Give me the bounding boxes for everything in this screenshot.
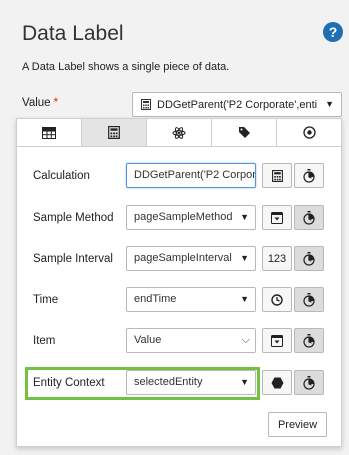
- value-label-text: Value: [22, 97, 51, 109]
- stopwatch-icon: [303, 168, 315, 183]
- chevron-down-icon: ▼: [240, 212, 249, 222]
- time-clock-button[interactable]: [262, 287, 292, 312]
- sample-method-label: Sample Method: [33, 212, 114, 224]
- description: A Data Label shows a single piece of dat…: [22, 61, 230, 73]
- entity-context-value: selectedEntity: [134, 376, 203, 388]
- item-select[interactable]: Value ⌵: [126, 328, 256, 353]
- sample-method-value: pageSampleMethod: [134, 211, 233, 223]
- page-title: Data Label: [22, 22, 124, 45]
- entity-context-timer-button[interactable]: [294, 370, 324, 395]
- sample-interval-label: Sample Interval: [33, 253, 113, 265]
- required-marker: *: [53, 97, 59, 109]
- time-select[interactable]: endTime ▼: [126, 287, 256, 312]
- time-value: endTime: [134, 293, 177, 305]
- value-select-text: DDGetParent('P2 Corporate',enti: [157, 98, 318, 111]
- atom-icon: [172, 126, 186, 139]
- dropdown-box-icon: [271, 334, 283, 347]
- value-label: Value *: [22, 97, 58, 109]
- entity-context-entity-button[interactable]: [262, 370, 292, 395]
- tab-target[interactable]: [277, 119, 341, 146]
- sample-interval-select[interactable]: pageSampleInterval ▼: [126, 246, 256, 271]
- chevron-down-icon: ▼: [240, 294, 249, 304]
- time-timer-button[interactable]: [294, 287, 324, 312]
- stopwatch-icon: [303, 292, 315, 307]
- chevron-down-icon: ▼: [240, 253, 249, 263]
- chevron-down-icon: ▼: [325, 99, 334, 109]
- calculator-icon: [108, 126, 120, 139]
- stopwatch-icon: [303, 333, 315, 348]
- calculation-input[interactable]: DDGetParent('P2 Corpor: [126, 163, 256, 188]
- calculation-editor-button[interactable]: [262, 163, 292, 188]
- tab-table[interactable]: [17, 119, 82, 146]
- row-sample-method: Sample Method pageSampleMethod ▼: [17, 203, 341, 233]
- row-calculation: Calculation DDGetParent('P2 Corpor: [17, 161, 341, 191]
- sample-method-timer-button[interactable]: [294, 205, 324, 230]
- clock-icon: [271, 293, 283, 306]
- sample-interval-value: pageSampleInterval: [134, 252, 232, 264]
- row-entity-context: Entity Context selectedEntity ▼: [17, 368, 341, 398]
- item-value: Value: [134, 334, 162, 346]
- tab-calculation[interactable]: [82, 119, 147, 146]
- calculation-label: Calculation: [33, 170, 90, 182]
- item-label: Item: [33, 335, 56, 347]
- stopwatch-icon: [303, 375, 315, 390]
- stopwatch-icon: [303, 210, 315, 225]
- entity-context-select[interactable]: selectedEntity ▼: [126, 370, 256, 395]
- item-timer-button[interactable]: [294, 328, 324, 353]
- tab-tag[interactable]: [212, 119, 277, 146]
- source-tabs: [17, 119, 341, 147]
- table-icon: [42, 126, 56, 139]
- data-source-panel: Calculation DDGetParent('P2 Corpor Sampl…: [16, 118, 342, 447]
- tag-icon: [238, 127, 250, 138]
- tab-atom[interactable]: [147, 119, 212, 146]
- calculator-icon: [141, 99, 151, 110]
- value-select[interactable]: DDGetParent('P2 Corporate',enti ▼: [132, 92, 342, 117]
- chevron-down-icon: ⌵: [241, 334, 250, 346]
- sample-method-list-button[interactable]: [262, 205, 292, 230]
- help-icon[interactable]: ?: [323, 22, 343, 42]
- item-list-button[interactable]: [262, 328, 292, 353]
- target-icon: [302, 126, 316, 139]
- sample-interval-timer-button[interactable]: [294, 246, 324, 271]
- sample-interval-number-button[interactable]: 123: [262, 246, 292, 271]
- time-label: Time: [33, 294, 59, 306]
- calculator-icon: [271, 169, 283, 182]
- row-sample-interval: Sample Interval pageSampleInterval ▼ 123: [17, 244, 341, 274]
- hexagon-icon: [271, 377, 283, 388]
- entity-context-label: Entity Context: [33, 377, 105, 389]
- calculation-timer-button[interactable]: [294, 163, 324, 188]
- stopwatch-icon: [303, 251, 315, 266]
- row-time: Time endTime ▼: [17, 285, 341, 315]
- row-item: Item Value ⌵: [17, 326, 341, 356]
- dropdown-box-icon: [271, 211, 283, 224]
- preview-button[interactable]: Preview: [268, 412, 327, 437]
- chevron-down-icon: ▼: [240, 377, 249, 387]
- sample-method-select[interactable]: pageSampleMethod ▼: [126, 205, 256, 230]
